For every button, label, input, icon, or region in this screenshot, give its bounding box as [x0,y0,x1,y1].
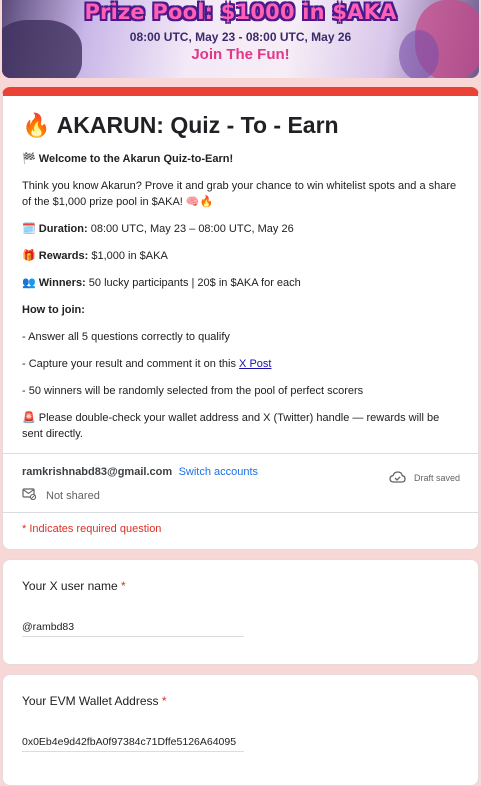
header-banner: Prize Pool: $1000 in $AKA 08:00 UTC, May… [2,0,479,78]
required-note: * Indicates required question [22,523,162,535]
intro-text: Think you know Akarun? Prove it and grab… [22,180,457,208]
sharing-status: Not shared [22,488,459,503]
welcome-text: Welcome to the Akarun Quiz-to-Earn! [38,153,234,165]
account-email: ramkrishnabd83@gmail.com [22,466,173,478]
account-bar: ramkrishnabd83@gmail.com Switch accounts… [3,454,478,512]
siren-icon: 🚨 [22,411,36,424]
draft-status: Draft saved [389,471,460,485]
fire-icon: 🔥 [22,112,51,138]
question-title: Your EVM Wallet Address [22,694,159,708]
form-title: 🔥 AKARUN: Quiz - To - Earn [22,112,459,139]
welcome-line: 🏁 Welcome to the Akarun Quiz-to-Earn! [22,151,459,167]
gift-icon: 🎁 [22,249,36,262]
question-card-evm-wallet: Your EVM Wallet Address * [2,674,479,786]
rewards-value: $1,000 in $AKA [88,250,168,262]
cloud-done-icon [389,471,406,485]
question-label: Your EVM Wallet Address * [22,694,167,708]
winners-value: 50 lucky participants | 20$ in $AKA for … [85,277,301,289]
winners-label: Winners: [38,277,86,289]
step-1: - Answer all 5 questions correctly to qu… [22,331,230,343]
warning-line: 🚨 Please double-check your wallet addres… [22,410,459,442]
not-shared-text: Not shared [46,489,100,502]
required-star: * [120,579,126,593]
form-title-text: AKARUN: Quiz - To - Earn [56,112,339,138]
mail-off-icon [22,488,37,503]
step-2: - Capture your result and comment it on … [22,356,459,372]
question-card-x-username: Your X user name * [2,559,479,665]
flag-icon: 🏁 [22,152,36,165]
duration-label: Duration: [38,223,88,235]
evm-wallet-input[interactable] [22,733,244,752]
x-post-link[interactable]: X Post [239,358,271,370]
question-label: Your X user name * [22,579,126,593]
switch-accounts-link[interactable]: Switch accounts [179,466,258,478]
calendar-icon: 🗓️ [22,222,36,235]
banner-dates: 08:00 UTC, May 23 - 08:00 UTC, May 26 [129,30,352,44]
rewards-label: Rewards: [38,250,89,262]
banner-title: Prize Pool: $1000 in $AKA [84,0,397,24]
question-title: Your X user name [22,579,118,593]
rewards-line: 🎁 Rewards: $1,000 in $AKA [22,248,459,264]
warning-text: Please double-check your wallet address … [22,412,440,440]
people-icon: 👥 [22,276,36,289]
duration-line: 🗓️ Duration: 08:00 UTC, May 23 – 08:00 U… [22,221,459,237]
step-2-text: - Capture your result and comment it on … [22,358,240,370]
step-3: - 50 winners will be randomly selected f… [22,385,364,397]
form-description-card: 🔥 AKARUN: Quiz - To - Earn 🏁 Welcome to … [2,87,479,550]
x-username-input[interactable] [22,618,244,637]
required-star: * [161,694,167,708]
draft-saved-text: Draft saved [413,473,460,483]
banner-cta: Join The Fun! [191,46,290,63]
how-to-join-heading: How to join: [22,304,85,316]
winners-line: 👥 Winners: 50 lucky participants | 20$ i… [22,275,459,291]
duration-value: 08:00 UTC, May 23 – 08:00 UTC, May 26 [87,223,294,235]
